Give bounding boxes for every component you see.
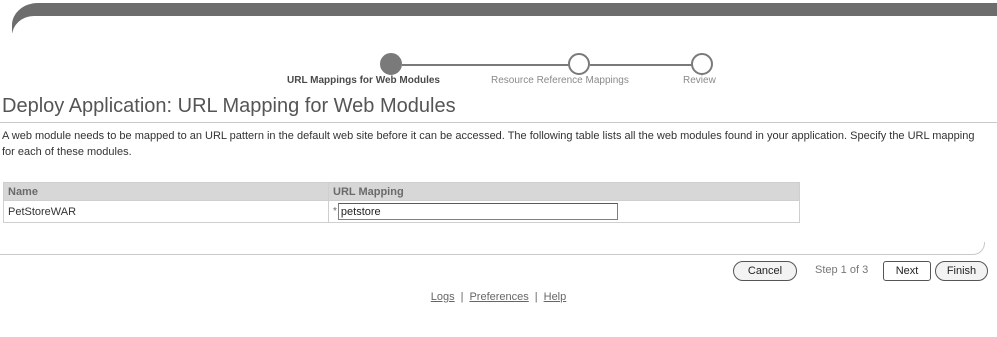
web-modules-table: Name URL Mapping PetStoreWAR * [3, 182, 800, 223]
train-step-label-resource-reference[interactable]: Resource Reference Mappings [491, 75, 629, 86]
step-indicator: Step 1 of 3 [815, 264, 869, 276]
train-step-label-review[interactable]: Review [683, 75, 716, 86]
instructions-text: A web module needs to be mapped to an UR… [2, 130, 975, 158]
header-band-inner [12, 16, 997, 38]
table-row: PetStoreWAR * [3, 200, 800, 223]
train-line-1 [402, 64, 570, 66]
footer-link-preferences[interactable]: Preferences [469, 291, 528, 303]
footer-link-logs[interactable]: Logs [431, 291, 455, 303]
module-name-cell: PetStoreWAR [3, 200, 329, 223]
next-button[interactable]: Next [883, 261, 931, 281]
table-header-row: Name URL Mapping [3, 182, 800, 201]
content-bottom-divider [0, 242, 985, 255]
required-marker-icon: * [333, 206, 337, 217]
train-stop-3[interactable] [691, 53, 713, 75]
page-title: Deploy Application: URL Mapping for Web … [2, 95, 456, 117]
train-line-2 [590, 64, 702, 66]
footer-links: Logs | Preferences | Help [0, 291, 997, 303]
cancel-button[interactable]: Cancel [733, 261, 797, 281]
column-header-url-mapping: URL Mapping [328, 182, 800, 201]
column-header-name: Name [3, 182, 329, 201]
footer-separator: | [534, 291, 538, 303]
train-stop-2[interactable] [568, 53, 590, 75]
url-mapping-input[interactable] [337, 203, 618, 220]
footer-separator: | [460, 291, 464, 303]
url-mapping-cell: * [328, 200, 800, 223]
title-divider [0, 122, 997, 123]
train-stop-1-current [380, 53, 402, 75]
train-step-label-url-mappings: URL Mappings for Web Modules [287, 75, 440, 86]
footer-link-help[interactable]: Help [544, 291, 567, 303]
finish-button[interactable]: Finish [935, 261, 988, 281]
